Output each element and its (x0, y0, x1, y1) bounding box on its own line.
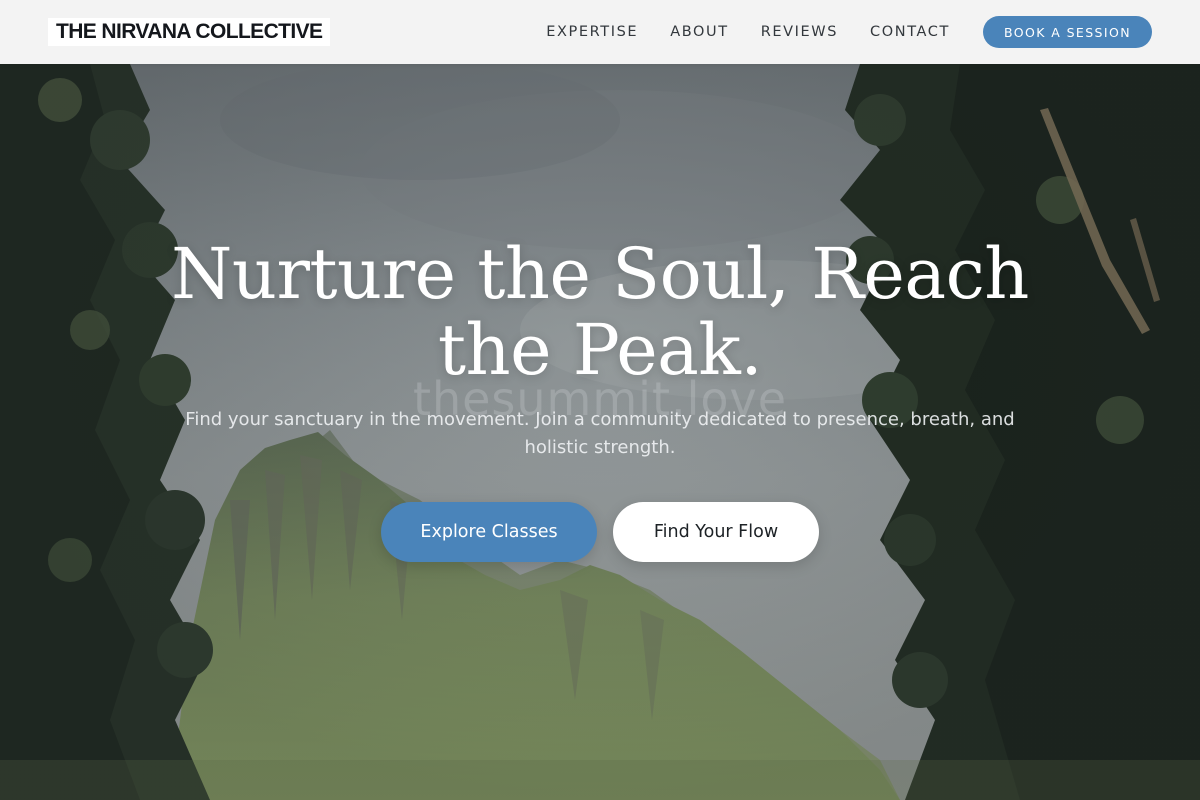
hero-subtext: Find your sanctuary in the movement. Joi… (185, 409, 1015, 458)
site-navbar: THE NIRVANA COLLECTIVE EXPERTISE ABOUT R… (0, 0, 1200, 64)
nav-link-about[interactable]: ABOUT (670, 24, 729, 40)
nav-link-expertise[interactable]: EXPERTISE (546, 24, 638, 40)
hero-headline-line2: the Peak. (437, 309, 763, 391)
nav-link-contact[interactable]: CONTACT (870, 24, 950, 40)
nav-link-reviews[interactable]: REVIEWS (761, 24, 838, 40)
book-session-button[interactable]: BOOK A SESSION (983, 16, 1152, 48)
explore-classes-button[interactable]: Explore Classes (381, 502, 597, 562)
primary-nav: EXPERTISE ABOUT REVIEWS CONTACT (514, 0, 950, 64)
hero-headline-line1: Nurture the Soul, Reach (171, 233, 1029, 315)
find-your-flow-button[interactable]: Find Your Flow (613, 502, 819, 562)
hero-headline: Nurture the Soul, Reach the Peak. (150, 236, 1050, 388)
brand-logo[interactable]: THE NIRVANA COLLECTIVE (48, 18, 331, 46)
